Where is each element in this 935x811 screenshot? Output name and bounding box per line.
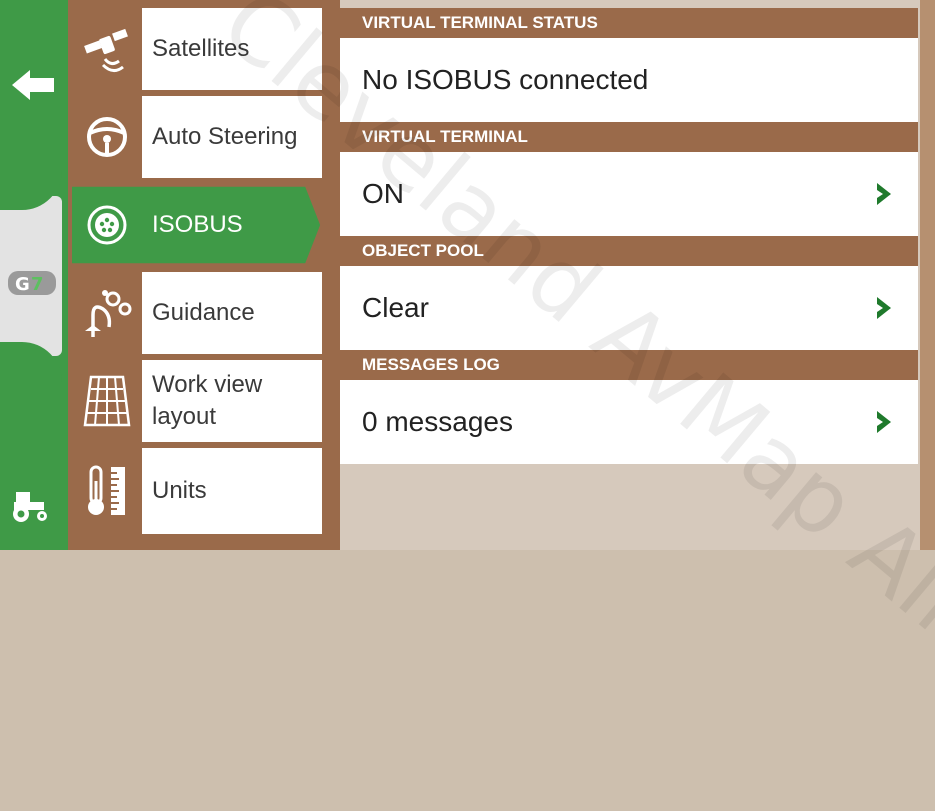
menu-item-guidance[interactable]: Guidance: [72, 272, 322, 354]
chevron-right-icon: [877, 297, 891, 319]
messages-log-value: 0 messages: [362, 406, 513, 437]
vt-status-row: No ISOBUS connected: [340, 38, 918, 122]
virtual-terminal-row[interactable]: ON: [340, 152, 918, 236]
scrollbar-track[interactable]: [920, 0, 935, 550]
tractor-icon[interactable]: [6, 484, 58, 524]
menu-label-satellites: Satellites: [152, 35, 250, 62]
messages-log-row[interactable]: 0 messages: [340, 380, 918, 464]
menu-label-work-view-layout: Work view layout: [152, 371, 263, 430]
vt-value: ON: [362, 178, 404, 209]
menu-label-guidance: Guidance: [152, 299, 255, 326]
vt-header: VIRTUAL TERMINAL: [340, 122, 918, 152]
work-view-icon: [83, 375, 131, 427]
svg-text:G: G: [15, 274, 30, 295]
side-rail: G 7: [0, 0, 68, 550]
satellite-icon: [84, 28, 128, 72]
menu-item-units[interactable]: Units: [72, 448, 322, 534]
chevron-right-icon: [877, 411, 891, 433]
menu-item-satellites[interactable]: Satellites: [72, 8, 322, 90]
back-button[interactable]: [6, 58, 60, 112]
menu-label-auto-steering: Auto Steering: [152, 123, 298, 150]
chevron-right-icon: [877, 183, 891, 205]
vt-status-value: No ISOBUS connected: [362, 64, 649, 95]
isobus-icon: [87, 205, 127, 245]
object-pool-row[interactable]: Clear: [340, 266, 918, 350]
object-pool-header: OBJECT POOL: [340, 236, 918, 266]
messages-log-header: MESSAGES LOG: [340, 350, 918, 380]
menu-label-isobus: ISOBUS: [152, 211, 243, 238]
menu-item-isobus[interactable]: ISOBUS: [72, 184, 340, 266]
thermometer-ruler-icon: [88, 465, 125, 515]
object-pool-value: Clear: [362, 292, 429, 323]
g7-logo: G 7: [8, 271, 56, 295]
vt-status-header: VIRTUAL TERMINAL STATUS: [340, 8, 918, 38]
menu-label-units: Units: [152, 477, 207, 504]
menu-item-work-view-layout[interactable]: Work view layout: [72, 360, 322, 442]
steering-wheel-icon: [87, 117, 127, 157]
svg-text:7: 7: [31, 274, 44, 295]
isobus-settings-panel: VIRTUAL TERMINAL STATUS No ISOBUS connec…: [340, 0, 920, 550]
menu-item-auto-steering[interactable]: Auto Steering: [72, 96, 322, 178]
back-arrow-icon: [12, 70, 54, 100]
guidance-icon: [85, 290, 132, 337]
